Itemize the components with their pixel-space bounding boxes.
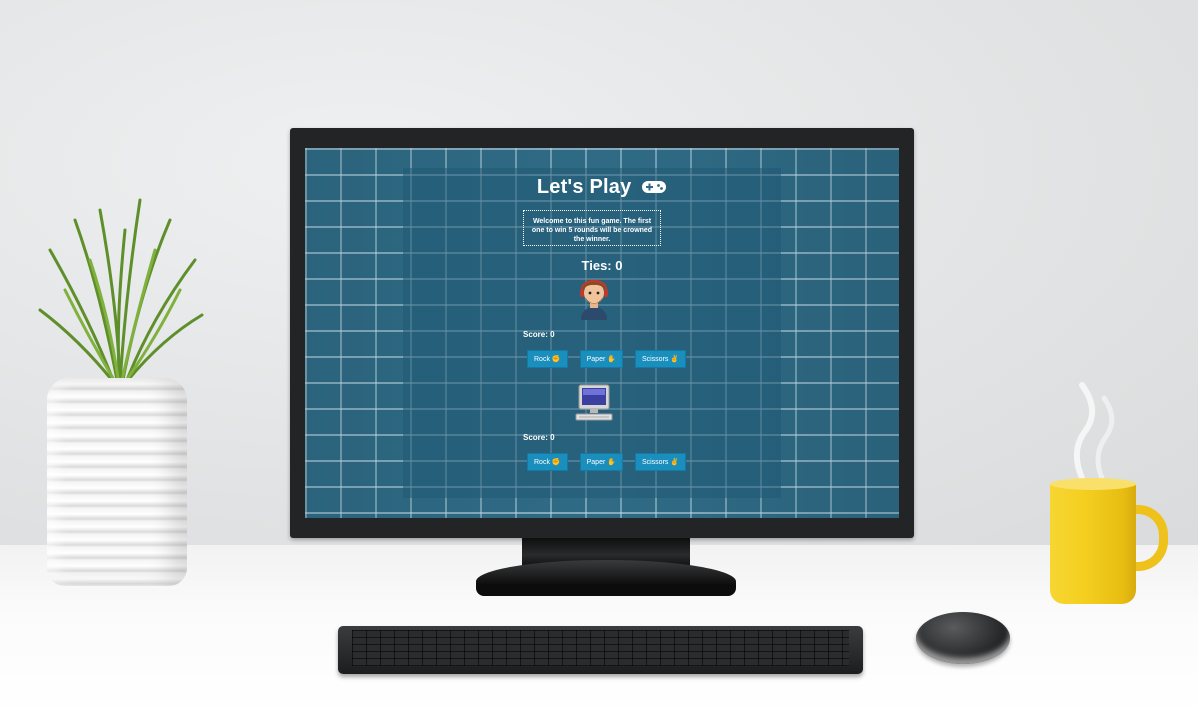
computer-paper-button[interactable]: Paper ✋	[579, 453, 623, 471]
plant-pot	[47, 378, 187, 586]
ties-counter: Ties: 0	[581, 258, 623, 273]
plant-leaves	[38, 198, 204, 387]
computer-rock-button[interactable]: Rock ✊	[527, 453, 568, 471]
monitor: Let's Play Welcome to this fun game. The…	[290, 128, 914, 538]
keyboard-keys	[352, 630, 849, 666]
monitor-screen: Let's Play Welcome to this fun game. The…	[305, 148, 899, 518]
computer-avatar-icon	[575, 384, 613, 421]
mug-rim	[1050, 478, 1136, 490]
computer-scissors-button[interactable]: Scissors ✌	[634, 453, 687, 471]
player-button-row: Rock ✊ Paper ✋ Scissors ✌	[527, 350, 687, 368]
mouse	[916, 612, 1010, 664]
computer-score: Score: 0	[523, 433, 555, 442]
player-paper-button[interactable]: Paper ✋	[579, 350, 623, 368]
player-scissors-button[interactable]: Scissors ✌	[634, 350, 687, 368]
keyboard	[338, 626, 863, 674]
steam	[1073, 382, 1115, 480]
game-area: Let's Play Welcome to this fun game. The…	[305, 148, 899, 518]
player-avatar-icon	[580, 279, 608, 320]
title-text: Let's Play	[536, 176, 632, 198]
player-rock-button[interactable]: Rock ✊	[527, 350, 568, 368]
gamepad-icon	[642, 181, 667, 193]
monitor-stand-base	[476, 560, 736, 596]
coffee-mug	[1050, 482, 1136, 604]
welcome-message: Welcome to this fun game. The first one …	[523, 210, 661, 246]
computer-button-row: Rock ✊ Paper ✋ Scissors ✌	[527, 453, 687, 471]
player-score: Score: 0	[523, 330, 555, 339]
page-title: Let's Play	[305, 176, 899, 199]
